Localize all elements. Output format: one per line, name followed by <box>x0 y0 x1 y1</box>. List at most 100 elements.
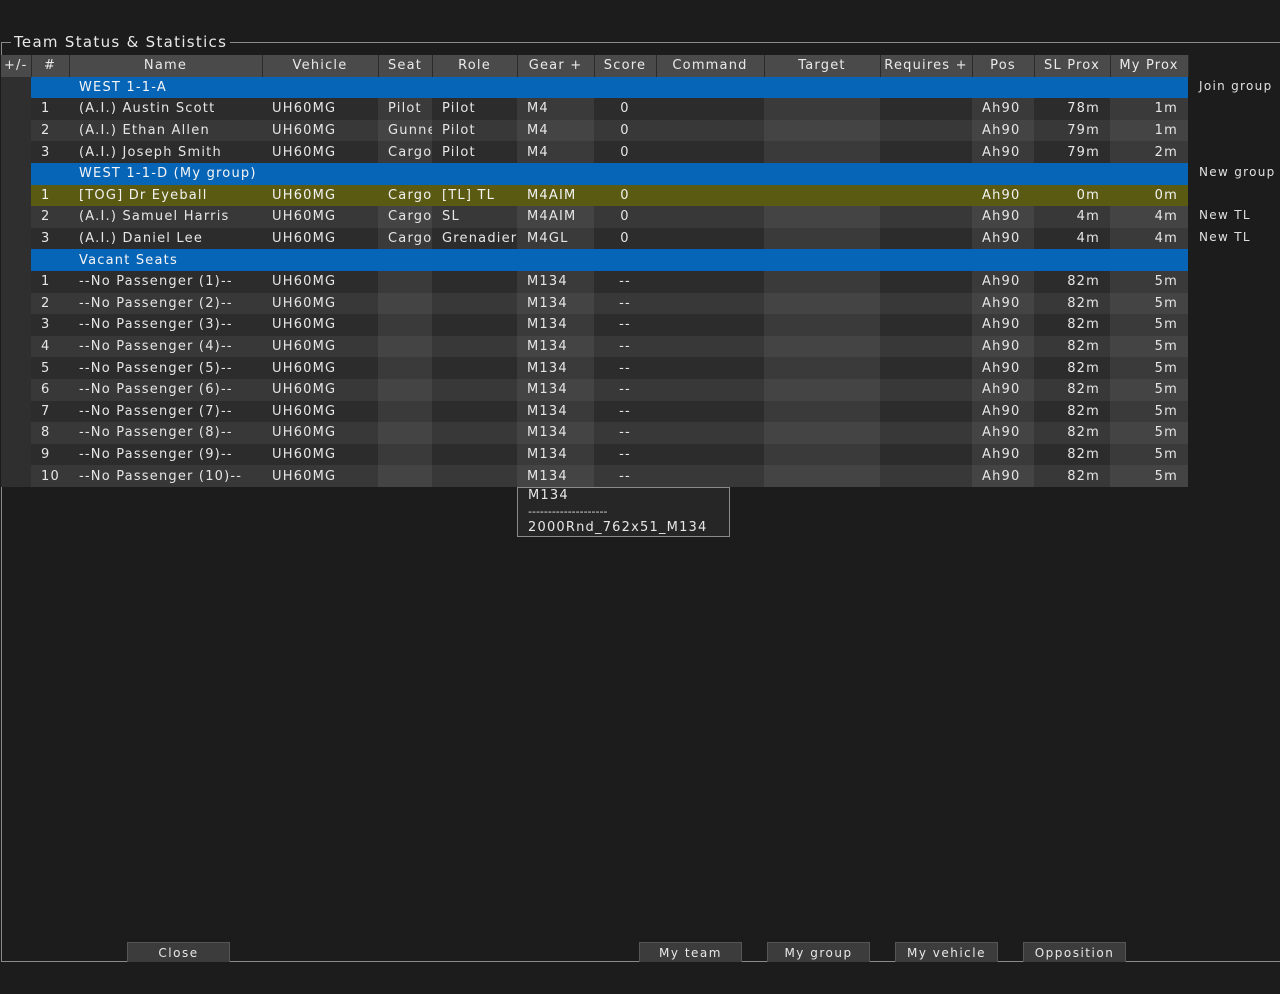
gear-cell[interactable]: M134 <box>517 357 594 379</box>
sl-prox-cell: 82m <box>1034 335 1110 358</box>
position-cell: Ah90 <box>972 378 1034 401</box>
command-cell <box>656 227 764 250</box>
gear-cell[interactable]: M134 <box>517 400 594 423</box>
player-name-cell: (A.I.) Daniel Lee <box>69 227 262 250</box>
column-header-name[interactable]: Name <box>69 55 263 77</box>
toggle-cell <box>1 141 31 163</box>
player-name-cell: (A.I.) Joseph Smith <box>69 141 262 163</box>
table-row[interactable]: 7 --No Passenger (7)-- UH60MG M134 -- Ah90 82m… <box>1 400 1188 423</box>
gear-cell[interactable]: M134 <box>517 292 594 315</box>
table-row[interactable]: 1 (A.I.) Austin Scott UH60MG Pilot Pilot M4 0 A… <box>1 98 1188 120</box>
gear-cell[interactable]: M4 <box>517 119 594 142</box>
close-button[interactable]: Close <box>127 942 230 962</box>
column-header-gear[interactable]: Gear + <box>517 55 595 77</box>
group-action-link[interactable]: Join group <box>1199 79 1273 93</box>
column-header-seat[interactable]: Seat <box>378 55 433 77</box>
toggle-cell <box>1 184 31 207</box>
gear-cell[interactable]: M134 <box>517 335 594 358</box>
score-cell: 0 <box>594 98 656 120</box>
my-vehicle-button[interactable]: My vehicle <box>895 942 998 962</box>
target-cell <box>764 184 880 207</box>
position-cell: Ah90 <box>972 465 1034 487</box>
requires-cell <box>880 98 972 120</box>
sl-prox-cell: 79m <box>1034 119 1110 142</box>
table-row[interactable]: 3 (A.I.) Joseph Smith UH60MG Cargo Pilot M4 0 A… <box>1 141 1188 163</box>
target-cell <box>764 119 880 142</box>
position-cell: Ah90 <box>972 335 1034 358</box>
table-row[interactable]: 2 --No Passenger (2)-- UH60MG M134 -- Ah90 82m… <box>1 292 1188 315</box>
table-row[interactable]: 2 (A.I.) Samuel Harris UH60MG Cargo SL M4AIM 0… <box>1 206 1188 228</box>
seat-cell: Cargo <box>378 227 432 250</box>
my-prox-cell: 1m <box>1110 98 1188 120</box>
gear-cell[interactable]: M4 <box>517 98 594 120</box>
target-cell <box>764 400 880 423</box>
gear-cell[interactable]: M134 <box>517 314 594 336</box>
opposition-button[interactable]: Opposition <box>1023 942 1126 962</box>
sl-prox-cell: 82m <box>1034 400 1110 423</box>
group-header-row[interactable]: Vacant Seats <box>1 249 1188 271</box>
column-header-toggle[interactable]: +/- <box>1 55 32 77</box>
my-team-button[interactable]: My team <box>639 942 742 962</box>
gear-cell[interactable]: M134 <box>517 378 594 401</box>
table-row[interactable]: 5 --No Passenger (5)-- UH60MG M134 -- Ah90 82m… <box>1 357 1188 379</box>
score-cell: -- <box>594 335 656 358</box>
gear-cell[interactable]: M4AIM <box>517 206 594 228</box>
table-row[interactable]: 10 --No Passenger (10)-- UH60MG M134 -- Ah90 8… <box>1 465 1188 487</box>
score-cell: 0 <box>594 227 656 250</box>
column-header-number[interactable]: # <box>31 55 70 77</box>
my-prox-cell: 5m <box>1110 465 1188 487</box>
column-header-role[interactable]: Role <box>432 55 518 77</box>
expand-toggle-cell[interactable] <box>1 76 31 99</box>
table-row[interactable]: 2 (A.I.) Ethan Allen UH60MG Gunne Pilot M4 0 Ah… <box>1 119 1188 142</box>
sl-prox-cell: 82m <box>1034 422 1110 444</box>
seat-cell <box>378 357 432 379</box>
new-tl-link[interactable]: New TL <box>1199 208 1251 222</box>
my-prox-cell: 5m <box>1110 400 1188 423</box>
gear-cell[interactable]: M4GL <box>517 227 594 250</box>
group-header-row[interactable]: WEST 1-1-A <box>1 76 1188 99</box>
position-cell: Ah90 <box>972 400 1034 423</box>
column-header-requires[interactable]: Requires + <box>880 55 973 77</box>
column-header-pos[interactable]: Pos <box>972 55 1035 77</box>
gear-cell[interactable]: M134 <box>517 422 594 444</box>
my-prox-cell: 4m <box>1110 206 1188 228</box>
column-header-target[interactable]: Target <box>764 55 881 77</box>
table-row[interactable]: 1 [TOG] Dr Eyeball UH60MG Cargo [TL] TL M4AIM… <box>1 184 1188 207</box>
toggle-cell <box>1 98 31 120</box>
column-header-command[interactable]: Command <box>656 55 765 77</box>
vehicle-cell: UH60MG <box>262 400 378 423</box>
position-cell: Ah90 <box>972 206 1034 228</box>
position-cell: Ah90 <box>972 270 1034 293</box>
my-prox-cell: 2m <box>1110 141 1188 163</box>
sl-prox-cell: 82m <box>1034 443 1110 466</box>
column-header-sl-prox[interactable]: SL Prox <box>1034 55 1111 77</box>
gear-cell[interactable]: M134 <box>517 443 594 466</box>
my-prox-cell: 5m <box>1110 335 1188 358</box>
table-row[interactable]: 6 --No Passenger (6)-- UH60MG M134 -- Ah90 82m… <box>1 378 1188 401</box>
column-header-vehicle[interactable]: Vehicle <box>262 55 379 77</box>
group-header-row[interactable]: WEST 1-1-D (My group) <box>1 162 1188 185</box>
score-cell: 0 <box>594 141 656 163</box>
my-group-button[interactable]: My group <box>767 942 870 962</box>
seat-cell: Pilot <box>378 98 432 120</box>
dialog-title: Team Status & Statistics <box>11 33 231 51</box>
gear-cell[interactable]: M4 <box>517 141 594 163</box>
target-cell <box>764 314 880 336</box>
table-row[interactable]: 1 --No Passenger (1)-- UH60MG M134 -- Ah90 82m… <box>1 270 1188 293</box>
table-row[interactable]: 4 --No Passenger (4)-- UH60MG M134 -- Ah90 82m… <box>1 335 1188 358</box>
column-header-my-prox[interactable]: My Prox <box>1110 55 1189 77</box>
expand-toggle-cell[interactable] <box>1 162 31 185</box>
new-tl-link[interactable]: New TL <box>1199 230 1251 244</box>
gear-cell[interactable]: M134 <box>517 465 594 487</box>
column-header-score[interactable]: Score <box>594 55 657 77</box>
table-row[interactable]: 9 --No Passenger (9)-- UH60MG M134 -- Ah90 82m… <box>1 443 1188 466</box>
group-action-link[interactable]: New group <box>1199 165 1276 179</box>
table-row[interactable]: 3 --No Passenger (3)-- UH60MG M134 -- Ah90 82m… <box>1 314 1188 336</box>
gear-cell[interactable]: M134 <box>517 270 594 293</box>
gear-cell[interactable]: M4AIM <box>517 184 594 207</box>
table-row[interactable]: 8 --No Passenger (8)-- UH60MG M134 -- Ah90 82m… <box>1 422 1188 444</box>
expand-toggle-cell[interactable] <box>1 249 31 271</box>
table-row[interactable]: 3 (A.I.) Daniel Lee UH60MG Cargo Grenadier M4… <box>1 227 1188 250</box>
position-cell: Ah90 <box>972 119 1034 142</box>
toggle-cell <box>1 270 31 293</box>
